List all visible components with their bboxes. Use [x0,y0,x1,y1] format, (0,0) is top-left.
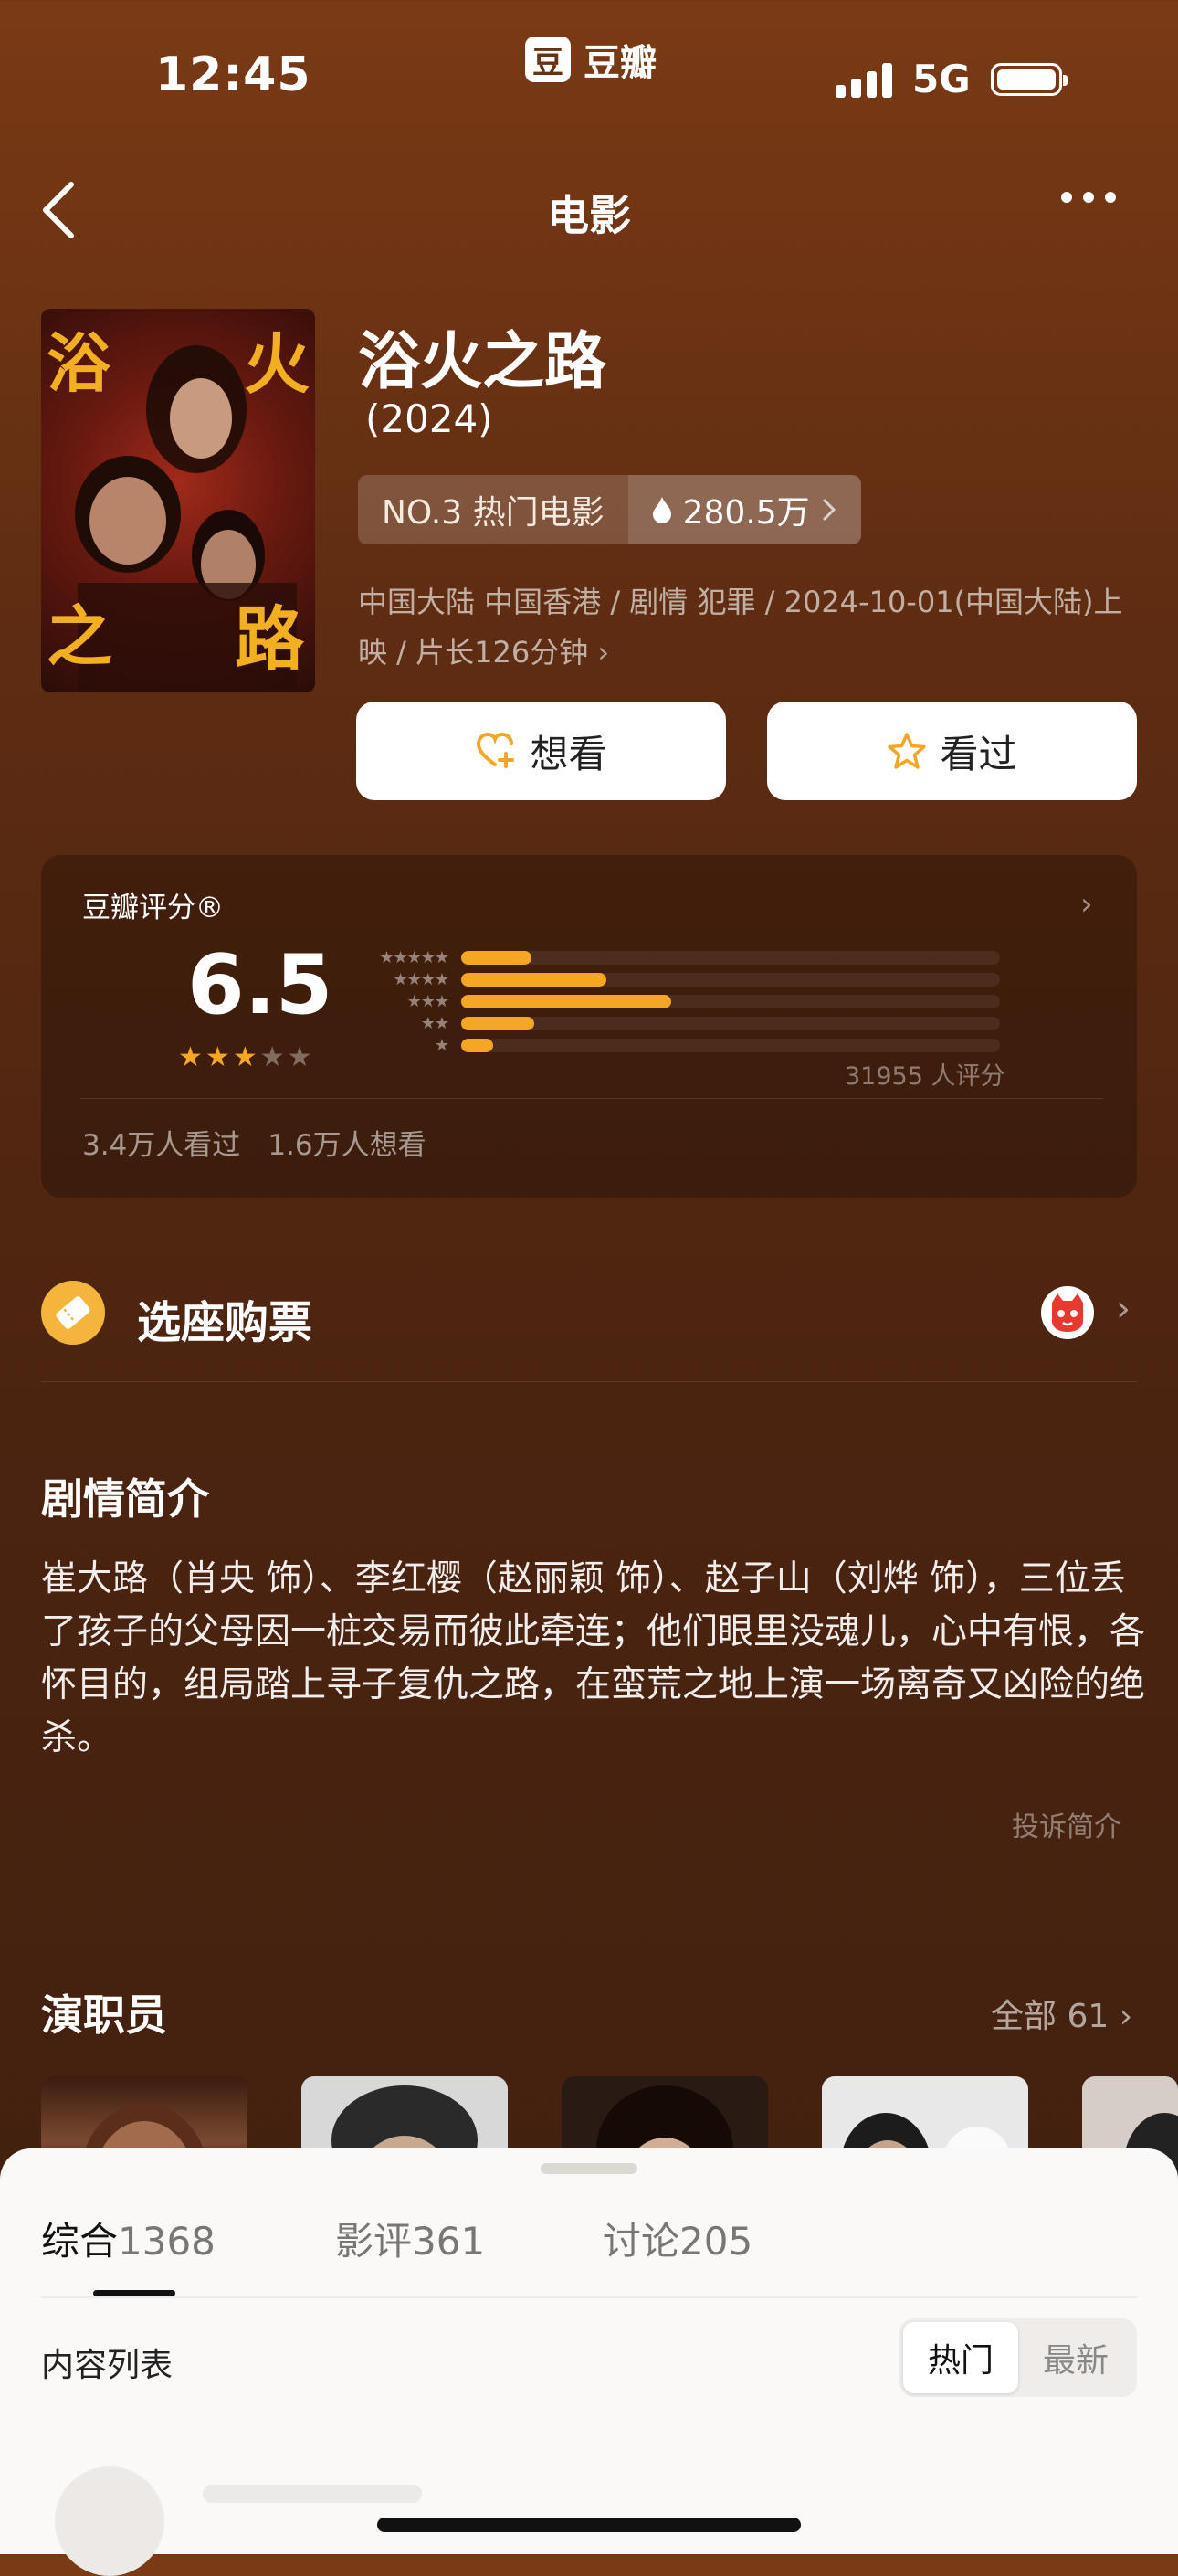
chevron-right-icon [823,499,836,521]
content-list-label: 内容列表 [41,2347,174,2384]
bar-stars: ★★★★★ [379,947,449,967]
battery-icon [990,62,1068,96]
rating-bar-2: ★★ [352,1012,1000,1034]
tab-count: 205 [679,2219,753,2264]
cast-all-link[interactable]: 全部 61 › [991,1990,1132,2037]
rating-distribution: ★★★★★ ★★★★ ★★★ ★★ ★ [352,946,1000,1056]
flame-icon [652,497,671,523]
avatar-placeholder [55,2466,164,2576]
tab-count: 1368 [118,2219,216,2264]
home-indicator[interactable] [377,2518,801,2532]
want-label: 想看 [530,731,607,776]
watch-stats: 3.4万人看过 1.6万人想看 [82,1122,426,1163]
bar-fill [461,950,531,965]
bar-stars: ★★★★ [393,969,449,989]
poster-char: 路 [235,598,304,680]
heat-value: 280.5万 [682,494,810,532]
seen-count: 3.4万人看过 [82,1129,241,1162]
sort-toggle: 热门 最新 [899,2318,1137,2397]
chevron-right-icon: › [1080,886,1093,923]
seen-label: 看过 [940,731,1017,776]
tab-label: 综合 [41,2219,119,2264]
rank-tag[interactable]: NO.3 热门电影 280.5万 [358,475,861,544]
divider [41,2296,1137,2298]
poster-char: 火 [244,325,310,403]
report-synopsis-link[interactable]: 投诉简介 [1012,1804,1121,1844]
status-app-label: 豆 豆瓣 [525,33,657,86]
bar-fill [461,1038,494,1052]
text-placeholder [203,2485,422,2503]
rating-score: 6.5 [187,937,333,1033]
rating-bar-1: ★ [352,1034,1000,1056]
tab-indicator [93,2290,175,2296]
rating-count: 31955 人评分 [845,1062,1005,1091]
bar-fill [461,972,607,987]
movie-poster[interactable]: 浴 火 之 路 [41,309,315,692]
star-icon: ★ [232,1041,258,1073]
synopsis-text: 崔大路（肖央 饰）、李红樱（赵丽颖 饰）、赵子山（刘烨 饰），三位丢了孩子的父母… [41,1558,1146,1758]
cast-title: 演职员 [41,1990,167,2040]
tab-discussions[interactable]: 讨论205 [603,2211,752,2266]
heart-plus-icon [477,732,515,768]
poster-char: 浴 [47,325,110,401]
sheet-drag-handle[interactable] [541,2163,637,2174]
more-icon[interactable] [1061,192,1116,203]
watched-button[interactable]: 看过 [767,702,1137,800]
rating-stars: ★ ★ ★ ★ ★ [178,1041,312,1073]
tab-reviews[interactable]: 影评361 [335,2211,485,2266]
tab-count: 361 [412,2219,486,2264]
star-icon: ★ [178,1041,203,1073]
bar-stars: ★★★ [406,991,449,1011]
douban-logo-icon: 豆 [525,37,571,82]
page-title: 电影 [547,191,631,240]
status-indicators: 5G [836,57,1068,101]
movie-title: 浴火之路 [358,326,607,398]
tab-label: 讨论 [603,2219,680,2264]
sort-new-button[interactable]: 最新 [1018,2322,1133,2393]
synopsis-title: 剧情简介 [41,1474,209,1524]
signal-icon [836,61,892,98]
divider [41,1381,1137,1382]
star-icon: ★ [287,1041,312,1073]
bar-fill [461,994,672,1008]
rating-bar-3: ★★★ [352,990,1000,1012]
rating-bar-5: ★★★★★ [352,946,1000,968]
divider [80,1098,1103,1099]
tab-overview[interactable]: 综合1368 [41,2211,216,2266]
cast-all-label: 全部 61 [991,1998,1110,2035]
star-outline-icon [888,733,927,769]
chevron-right-icon: › [1119,1998,1133,2035]
movie-meta[interactable]: 中国大陆 中国香港 / 剧情 犯罪 / 2024-10-01(中国大陆)上映 /… [358,577,1134,678]
rank-label: NO.3 热门电影 [382,494,605,532]
network-type: 5G [912,57,971,101]
ticket-icon [41,1281,105,1345]
maoyan-cat-icon [1041,1286,1094,1339]
bar-stars: ★ [434,1035,449,1055]
buy-tickets-label[interactable]: 选座购票 [137,1286,312,1350]
star-icon: ★ [205,1041,230,1073]
rating-bar-4: ★★★★ [352,968,1000,990]
want-to-watch-button[interactable]: 想看 [356,702,726,800]
bar-stars: ★★ [420,1013,449,1033]
sort-hot-button[interactable]: 热门 [903,2322,1018,2393]
want-count: 1.6万人想看 [268,1129,426,1162]
chevron-right-icon: › [597,635,610,670]
chevron-right-icon[interactable]: › [1116,1288,1131,1330]
status-app-name: 豆瓣 [584,42,657,84]
tab-label: 影评 [335,2219,413,2264]
star-icon: ★ [259,1041,285,1073]
movie-year: (2024) [365,396,493,441]
rating-label: 豆瓣评分® [82,892,224,924]
bar-fill [461,1016,534,1030]
status-time: 12:45 [155,48,311,102]
poster-char: 之 [47,597,113,675]
heat-badge: 280.5万 [627,475,861,544]
movie-meta-text: 中国大陆 中国香港 / 剧情 犯罪 / 2024-10-01(中国大陆)上映 /… [358,585,1123,670]
